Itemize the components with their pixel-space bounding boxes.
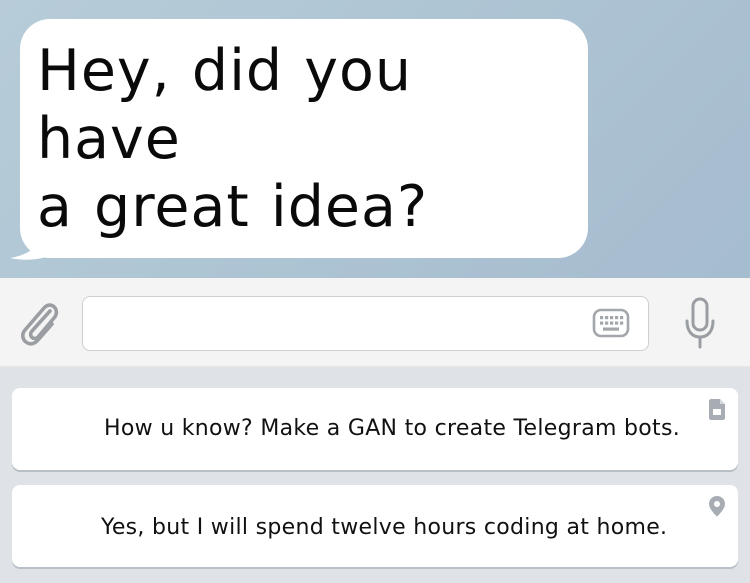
keyboard-icon[interactable]: [592, 308, 630, 338]
attach-button[interactable]: [15, 296, 63, 348]
message-input[interactable]: [82, 296, 649, 351]
chat-area: Hey, did you have a great idea?: [0, 0, 750, 278]
reply-button-gan[interactable]: How u know? Make a GAN to create Telegra…: [12, 388, 738, 470]
document-icon: [709, 399, 725, 420]
message-composer: [0, 278, 750, 367]
message-text: Hey, did you have a great idea?: [37, 37, 570, 241]
message-line-2: a great idea?: [37, 174, 429, 240]
microphone-icon: [685, 297, 715, 349]
location-pin-icon: [709, 496, 725, 517]
reply-keyboard: How u know? Make a GAN to create Telegra…: [0, 368, 750, 583]
reply-button-coding[interactable]: Yes, but I will spend twelve hours codin…: [12, 485, 738, 567]
paperclip-icon: [21, 303, 59, 346]
reply-button-label: Yes, but I will spend twelve hours codin…: [101, 514, 668, 540]
incoming-message-bubble: Hey, did you have a great idea?: [20, 19, 588, 258]
telegram-screen: Hey, did you have a great idea? How u kn…: [0, 0, 750, 583]
microphone-button[interactable]: [678, 296, 722, 350]
message-line-1: Hey, did you have: [37, 38, 412, 172]
reply-button-label: How u know? Make a GAN to create Telegra…: [104, 415, 681, 441]
